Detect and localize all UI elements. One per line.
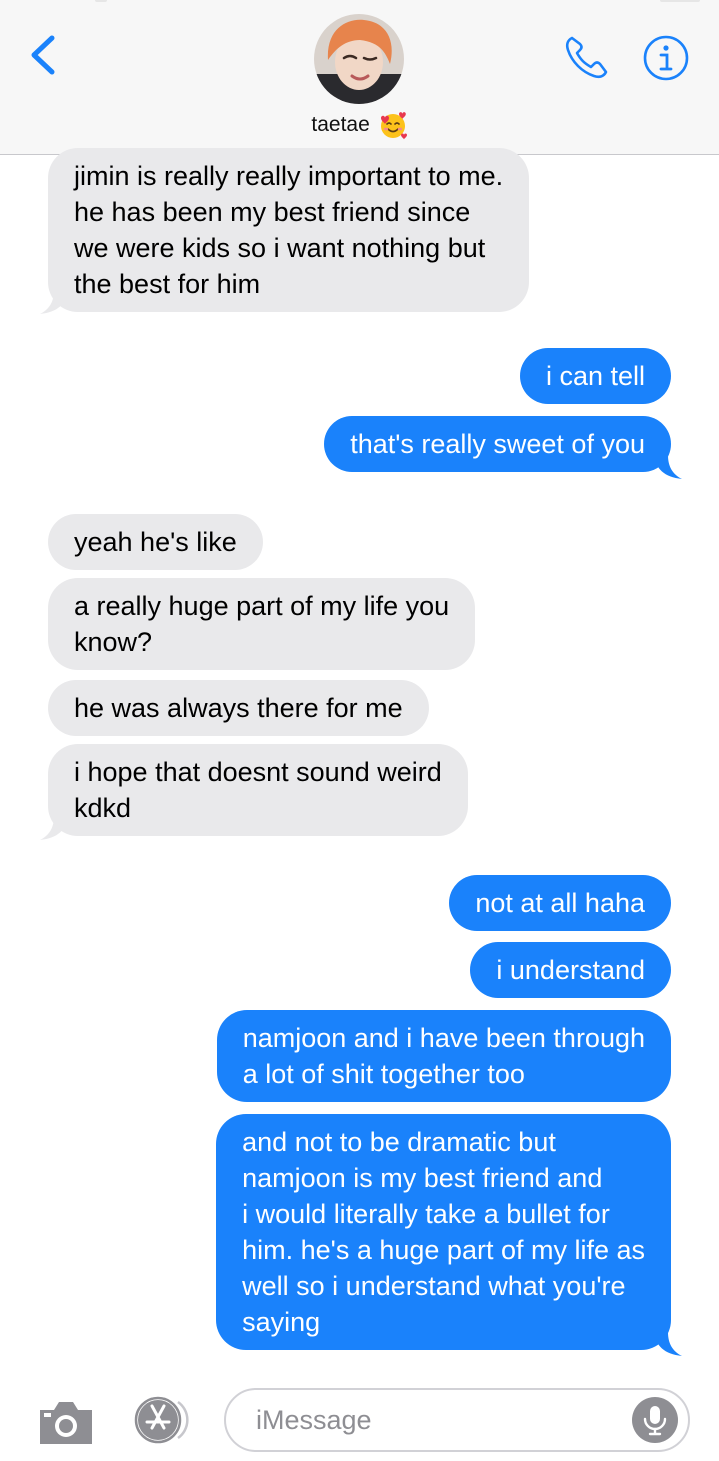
sent-message[interactable]: not at all haha <box>449 875 671 931</box>
info-icon <box>643 35 689 81</box>
sent-message[interactable]: i understand <box>470 942 671 998</box>
dictation-button[interactable] <box>632 1397 678 1443</box>
received-message[interactable]: a really huge part of my life you know? <box>48 578 476 670</box>
info-button[interactable] <box>642 34 690 82</box>
sent-message[interactable]: that's really sweet of you <box>324 416 671 472</box>
app-store-icon <box>134 1396 189 1444</box>
contact-name: taetae <box>311 113 370 136</box>
status-bar-fragment <box>95 0 107 2</box>
received-message[interactable]: i hope that doesnt sound weird kdkd <box>48 744 468 836</box>
message-input-placeholder: iMessage <box>256 1405 372 1435</box>
received-message[interactable]: he was always there for me <box>48 680 429 736</box>
smiling-face-with-hearts-icon <box>380 112 407 140</box>
sent-message[interactable]: namjoon and i have been through a lot of… <box>216 1010 671 1102</box>
sent-message[interactable]: i can tell <box>519 348 671 404</box>
chevron-left-icon <box>31 35 55 75</box>
received-message[interactable]: yeah he's like <box>48 514 263 570</box>
sent-message[interactable]: and not to be dramatic but namjoon is my… <box>216 1114 671 1350</box>
bubble-tail <box>40 290 68 314</box>
received-message[interactable]: jimin is really really important to me. … <box>48 148 530 312</box>
avatar-photo <box>314 14 404 104</box>
status-bar-fragment <box>660 0 700 2</box>
call-button[interactable] <box>562 32 612 82</box>
contact-name-row[interactable]: taetae <box>0 110 719 140</box>
bubble-tail <box>654 1332 682 1356</box>
microphone-icon <box>643 1406 667 1436</box>
message-input[interactable]: iMessage <box>224 1388 690 1452</box>
camera-icon <box>40 1402 92 1444</box>
compose-bar: iMessage <box>0 1370 719 1461</box>
contact-avatar[interactable] <box>314 14 404 104</box>
conversation-header: taetae <box>0 0 719 155</box>
back-button[interactable] <box>24 30 64 80</box>
bubble-tail <box>40 816 68 840</box>
phone-icon <box>565 36 608 79</box>
camera-button[interactable] <box>36 1398 96 1448</box>
bubble-tail <box>654 455 682 479</box>
app-store-button[interactable] <box>128 1394 196 1446</box>
